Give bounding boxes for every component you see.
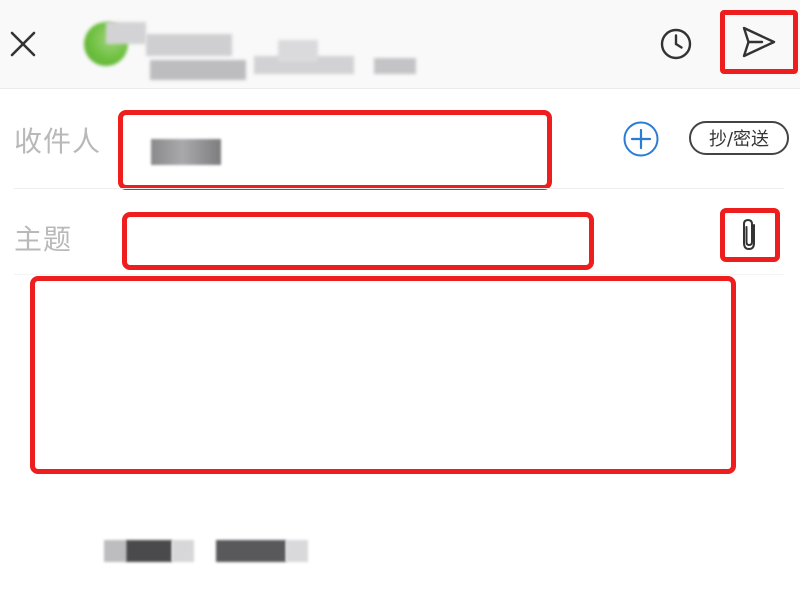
signature-redacted	[126, 540, 172, 562]
clock-icon	[660, 28, 692, 60]
sender-redacted	[106, 22, 146, 44]
scheduled-send-button[interactable]	[656, 24, 696, 64]
subject-input[interactable]	[122, 212, 594, 270]
compose-header	[0, 0, 800, 89]
sender-account	[84, 20, 424, 80]
to-input[interactable]	[118, 110, 552, 190]
signature-redacted	[216, 540, 286, 562]
signature-redacted	[286, 540, 308, 562]
sender-redacted	[374, 58, 416, 74]
add-recipient-button[interactable]	[621, 119, 661, 159]
sender-redacted	[278, 40, 318, 62]
to-label: 收件人	[14, 125, 102, 158]
cc-bcc-button[interactable]: 抄/密送	[689, 121, 789, 155]
subject-label: 主题	[14, 223, 73, 256]
signature	[100, 536, 320, 566]
signature-redacted	[172, 540, 194, 562]
attachment-button[interactable]	[720, 208, 780, 262]
plus-circle-icon	[623, 121, 659, 157]
divider	[14, 188, 784, 189]
close-button[interactable]	[6, 22, 40, 66]
sender-redacted	[146, 34, 232, 56]
close-icon	[10, 31, 36, 57]
mail-body-editor[interactable]	[30, 276, 736, 474]
send-button[interactable]	[720, 10, 798, 74]
signature-redacted	[104, 540, 126, 562]
recipient-chip[interactable]	[151, 139, 221, 165]
divider	[14, 274, 784, 275]
sender-redacted	[150, 60, 246, 80]
paperclip-icon	[743, 218, 755, 251]
paper-plane-icon	[742, 26, 776, 58]
